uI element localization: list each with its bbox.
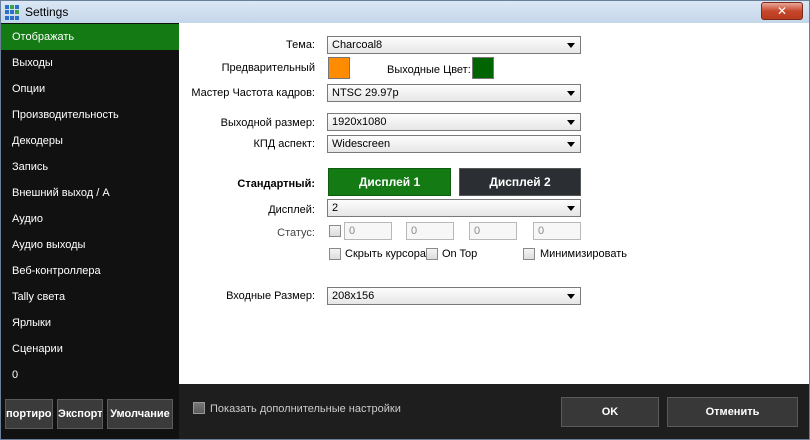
sidebar-item-external-output[interactable]: Внешний выход / A [1,180,179,206]
status-field-2[interactable]: 0 [406,222,454,240]
show-advanced-checkbox[interactable] [193,402,205,414]
theme-select[interactable]: Charcoal8 [327,36,581,54]
chevron-down-icon [567,120,575,125]
cancel-button[interactable]: Отменить [667,397,798,427]
chevron-down-icon [567,91,575,96]
settings-window: Settings ✕ Отображать Выходы Опции Произ… [0,0,810,440]
chevron-down-icon [567,43,575,48]
default-button[interactable]: Умолчание [107,399,173,429]
status-field-3[interactable]: 0 [469,222,517,240]
show-advanced-label: Показать дополнительные настройки [210,403,401,415]
display-1-button[interactable]: Дисплей 1 [328,168,451,196]
input-size-value: 208x156 [332,290,375,302]
sidebar-item-recording[interactable]: Запись [1,154,179,180]
client-area: Отображать Выходы Опции Производительнос… [1,23,809,439]
hide-cursor-label: Скрыть курсора [345,248,427,260]
status-field-1[interactable]: 0 [344,222,392,240]
ok-button[interactable]: OK [561,397,659,427]
minimize-label: Минимизировать [540,248,628,260]
app-grid-icon [5,5,20,20]
status-field-4[interactable]: 0 [533,222,581,240]
output-color-label: Выходные Цвет: [387,64,471,76]
aspect-label: КПД аспект: [253,138,315,150]
display-2-button[interactable]: Дисплей 2 [459,168,581,196]
chevron-down-icon [567,294,575,299]
on-top-checkbox[interactable] [426,248,438,260]
sidebar: Отображать Выходы Опции Производительнос… [1,23,179,439]
theme-value: Charcoal8 [332,39,383,51]
title-bar[interactable]: Settings ✕ [1,1,809,23]
master-framerate-value: NTSC 29.97p [332,87,399,99]
sidebar-item-outputs[interactable]: Выходы [1,50,179,76]
sidebar-item-audio[interactable]: Аудио [1,206,179,232]
on-top-label: On Top [442,248,478,260]
preview-color-swatch[interactable] [328,57,350,79]
sidebar-item-decoders[interactable]: Декодеры [1,128,179,154]
display-settings-panel: Тема: Charcoal8 Предварительный Выходные… [179,23,809,384]
standard-label: Стандартный: [237,178,315,190]
close-button[interactable]: ✕ [761,2,803,20]
sidebar-item-scripts[interactable]: Сценарии [1,336,179,362]
sidebar-item-audio-outputs[interactable]: Аудио выходы [1,232,179,258]
window-title: Settings [25,5,69,19]
chevron-down-icon [567,142,575,147]
sidebar-item-shortcuts[interactable]: Ярлыки [1,310,179,336]
input-size-label: Входные Размер: [226,290,315,302]
sidebar-item-tally-lights[interactable]: Tally света [1,284,179,310]
sidebar-item-options[interactable]: Опции [1,76,179,102]
output-size-select[interactable]: 1920x1080 [327,113,581,131]
aspect-value: Widescreen [332,138,391,150]
output-size-label: Выходной размер: [220,117,315,129]
footer-bar: Показать дополнительные настройки OK Отм… [179,384,809,439]
theme-label: Тема: [286,39,315,51]
sidebar-item-zero[interactable]: 0 [1,362,179,388]
chevron-down-icon [567,206,575,211]
preview-color-label: Предварительный [221,62,315,74]
display-label: Дисплей: [268,204,315,216]
sidebar-item-web-controller[interactable]: Веб-контроллера [1,258,179,284]
master-framerate-select[interactable]: NTSC 29.97p [327,84,581,102]
minimize-checkbox[interactable] [523,248,535,260]
master-framerate-label: Мастер Частота кадров: [191,87,315,99]
status-checkbox[interactable] [329,225,341,237]
hide-cursor-checkbox[interactable] [329,248,341,260]
export-button[interactable]: Экспорт [57,399,103,429]
import-button[interactable]: портиров [5,399,53,429]
output-color-swatch[interactable] [472,57,494,79]
output-size-value: 1920x1080 [332,116,387,128]
display-value: 2 [332,202,339,214]
sidebar-item-display[interactable]: Отображать [1,24,179,50]
status-label: Статус: [277,227,315,239]
sidebar-item-performance[interactable]: Производительность [1,102,179,128]
aspect-select[interactable]: Widescreen [327,135,581,153]
display-select[interactable]: 2 [327,199,581,217]
input-size-select[interactable]: 208x156 [327,287,581,305]
